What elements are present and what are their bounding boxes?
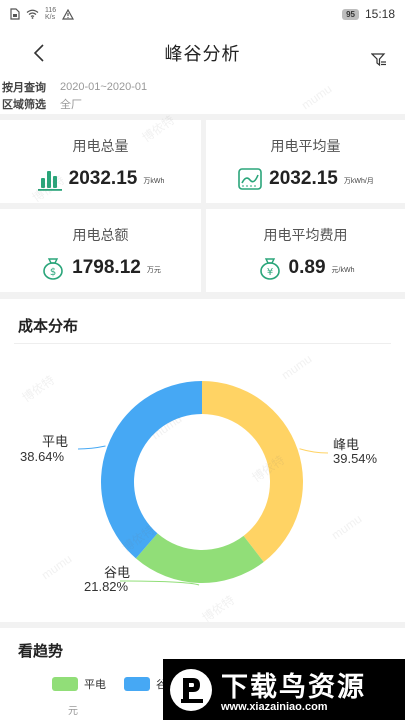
banner-title: 下载鸟资源 [221,672,366,702]
bar-chart-icon [37,171,62,191]
card-value: 1798.12 [72,257,141,278]
label-valley-name: 谷电 [104,565,131,580]
month-filter-label: 按月查询 [2,81,46,94]
card-unit: 万元 [146,267,161,274]
download-banner[interactable]: 下载鸟资源 www.xiazainiao.com [163,659,405,720]
card-title: 用电平均费用 [263,227,348,243]
card-total-cost: 用电总额 $ 1798.12 万元 [0,209,201,292]
donut-slice-0[interactable] [202,381,303,562]
network-speed: 116 K/s [45,7,57,21]
warning-icon [62,8,75,20]
leader-line-2 [77,445,106,450]
status-bar: 116 K/s 95 15:18 [0,0,405,28]
header-bar: 峰谷分析 [0,28,405,78]
card-unit: 万kWh [143,178,165,185]
bird-logo-icon [170,669,212,711]
page-title: 峰谷分析 [164,44,241,64]
month-filter-value[interactable]: 2020-01~2020-01 [60,81,147,93]
query-filters: 按月查询 2020-01~2020-01 区域筛选 全厂 [0,78,405,114]
card-value: 2032.15 [68,168,138,189]
card-average-usage: 用电平均量 2032.15 万kWh/月 [206,120,405,203]
card-value: 0.89 [288,257,326,278]
legend-swatch [52,677,78,691]
card-title: 用电总额 [72,227,129,243]
sim-icon [10,8,20,20]
battery-indicator: 95 [342,8,359,20]
card-title: 用电平均量 [270,138,341,154]
svg-text:$: $ [50,267,56,278]
chevron-left-icon [33,44,44,62]
region-filter-value[interactable]: 全厂 [60,96,82,112]
card-title: 用电总量 [72,138,129,154]
donut-slice-1[interactable] [135,533,264,583]
leader-line-0 [299,448,329,454]
section-title: 看趋势 [18,643,64,660]
legend-label: 平电 [84,679,106,691]
svg-text:¥: ¥ [266,267,272,278]
label-peak-name: 峰电 [333,437,360,452]
card-average-cost: 用电平均费用 ¥ 0.89 元/kWh [206,209,405,292]
y-axis-unit: 元 [68,706,78,717]
filter-button[interactable] [370,51,387,67]
trend-line-icon [238,168,262,190]
label-flat-name: 平电 [42,434,69,449]
yuan-bag-icon: ¥ [259,258,280,280]
region-filter-label: 区域筛选 [2,98,46,111]
card-unit: 元/kWh [331,267,355,274]
label-flat-percent: 38.64% [20,449,65,464]
label-peak-percent: 39.54% [333,451,378,466]
region-filter[interactable]: 区域筛选 全厂 [2,95,405,112]
cost-distribution-section: 成本分布 平电 38.64% 峰电 39.54% 谷电 21.82% [0,299,405,622]
banner-url: www.xiazainiao.com [221,701,328,713]
legend-swatch [124,677,150,691]
legend-item-valley[interactable]: 谷 [124,676,167,692]
card-value: 2032.15 [269,168,338,189]
legend-item-flat[interactable]: 平电 [52,676,106,692]
label-valley-percent: 21.82% [84,579,129,594]
donut-slice-2[interactable] [101,381,202,559]
clock: 15:18 [364,7,395,21]
card-total-usage: 用电总量 2032.15 万kWh [0,120,201,203]
wifi-icon [26,9,39,19]
filter-icon [370,53,386,67]
card-unit: 万kWh/月 [343,178,374,185]
back-button[interactable] [30,42,50,64]
money-bag-icon: $ [43,258,63,280]
month-filter[interactable]: 按月查询 2020-01~2020-01 [2,78,405,95]
